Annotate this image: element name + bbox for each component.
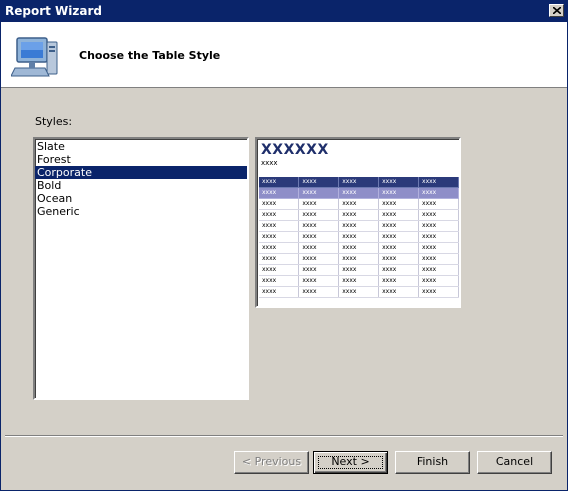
styles-label: Styles: bbox=[35, 115, 73, 128]
preview-cell: xxxx bbox=[338, 209, 380, 221]
styles-listbox[interactable]: Slate Forest Corporate Bold Ocean Generic bbox=[33, 137, 249, 400]
finish-button[interactable]: Finish bbox=[395, 451, 470, 474]
preview-cell: xxxx bbox=[298, 242, 340, 254]
preview-cell: xxxx bbox=[259, 253, 300, 265]
preview-cell: xxxx bbox=[418, 275, 459, 287]
preview-cell: xxxx bbox=[259, 177, 300, 188]
preview-cell: xxxx bbox=[378, 231, 420, 243]
preview-cell: xxxx bbox=[298, 275, 340, 287]
preview-cell: xxxx bbox=[338, 198, 380, 210]
preview-cell: xxxx bbox=[378, 209, 420, 221]
page-title: Choose the Table Style bbox=[79, 49, 221, 62]
preview-cell: xxxx bbox=[378, 220, 420, 232]
preview-cell: xxxx bbox=[378, 177, 420, 188]
previous-button[interactable]: < Previous bbox=[234, 451, 309, 474]
style-item-corporate[interactable]: Corporate bbox=[35, 166, 247, 179]
cancel-button[interactable]: Cancel bbox=[477, 451, 552, 474]
preview-cell: xxxx bbox=[298, 198, 340, 210]
style-item-bold[interactable]: Bold bbox=[35, 179, 247, 192]
preview-cell: xxxx bbox=[298, 253, 340, 265]
preview-cell: xxxx bbox=[418, 286, 459, 298]
preview-cell: xxxx bbox=[418, 253, 459, 265]
preview-cell: xxxx bbox=[418, 198, 459, 210]
preview-cell: xxxx bbox=[298, 220, 340, 232]
window-title: Report Wizard bbox=[5, 4, 102, 18]
preview-title: XXXXXX bbox=[261, 142, 329, 158]
preview-cell: xxxx bbox=[259, 242, 300, 254]
preview-cell: xxxx bbox=[338, 264, 380, 276]
preview-cell: xxxx bbox=[378, 253, 420, 265]
preview-row: xxxx xxxx xxxx xxxx xxxx bbox=[259, 242, 459, 254]
preview-cell: xxxx bbox=[418, 220, 459, 232]
preview-cell: xxxx bbox=[338, 286, 380, 298]
preview-cell: xxxx bbox=[378, 242, 420, 254]
preview-cell: xxxx bbox=[378, 264, 420, 276]
preview-cell: xxxx bbox=[259, 286, 300, 298]
preview-cell: xxxx bbox=[338, 242, 380, 254]
next-button[interactable]: Next > bbox=[313, 451, 388, 474]
style-item-slate[interactable]: Slate bbox=[35, 140, 247, 153]
preview-cell: xxxx bbox=[298, 286, 340, 298]
preview-cell: xxxx bbox=[298, 209, 340, 221]
preview-cell: xxxx bbox=[338, 253, 380, 265]
preview-row: xxxx xxxx xxxx xxxx xxxx bbox=[259, 209, 459, 221]
preview-row: xxxx xxxx xxxx xxxx xxxx bbox=[259, 187, 459, 199]
table-style-preview: XXXXXX xxxx xxxx xxxx xxxx xxxx xxxx xxxx xxxx… bbox=[255, 137, 461, 308]
preview-row: xxxx xxxx xxxx xxxx xxxx bbox=[259, 198, 459, 210]
preview-row: xxxx xxxx xxxx xxxx xxxx bbox=[259, 220, 459, 232]
preview-cell: xxxx bbox=[338, 177, 380, 188]
button-separator bbox=[5, 435, 563, 437]
preview-table: xxxx xxxx xxxx xxxx xxxx xxxx xxxx xxxx xxxx xxxx… bbox=[259, 177, 459, 298]
report-wizard-window: Report Wizard Choose the Table Style Sty… bbox=[0, 0, 568, 491]
title-bar: Report Wizard bbox=[1, 1, 567, 22]
preview-cell: xxxx bbox=[338, 231, 380, 243]
preview-cell: xxxx bbox=[259, 209, 300, 221]
preview-row: xxxx xxxx xxxx xxxx xxxx bbox=[259, 275, 459, 287]
style-item-ocean[interactable]: Ocean bbox=[35, 192, 247, 205]
preview-cell: xxxx bbox=[259, 275, 300, 287]
preview-cell: xxxx bbox=[378, 187, 420, 199]
preview-row: xxxx xxxx xxxx xxxx xxxx bbox=[259, 231, 459, 243]
preview-cell: xxxx bbox=[338, 275, 380, 287]
preview-cell: xxxx bbox=[378, 275, 420, 287]
computer-icon bbox=[11, 37, 58, 77]
preview-cell: xxxx bbox=[418, 242, 459, 254]
close-icon bbox=[553, 7, 561, 14]
preview-cell: xxxx bbox=[259, 198, 300, 210]
preview-row: xxxx xxxx xxxx xxxx xxxx bbox=[259, 177, 459, 188]
preview-cell: xxxx bbox=[378, 286, 420, 298]
preview-cell: xxxx bbox=[418, 264, 459, 276]
preview-cell: xxxx bbox=[418, 187, 459, 199]
preview-cell: xxxx bbox=[259, 231, 300, 243]
preview-cell: xxxx bbox=[298, 231, 340, 243]
preview-cell: xxxx bbox=[259, 264, 300, 276]
preview-cell: xxxx bbox=[418, 177, 459, 188]
close-button[interactable] bbox=[549, 4, 564, 17]
style-item-generic[interactable]: Generic bbox=[35, 205, 247, 218]
preview-row: xxxx xxxx xxxx xxxx xxxx bbox=[259, 286, 459, 298]
preview-cell: xxxx bbox=[298, 177, 340, 188]
preview-cell: xxxx bbox=[338, 187, 380, 199]
preview-row: xxxx xxxx xxxx xxxx xxxx bbox=[259, 264, 459, 276]
preview-cell: xxxx bbox=[338, 220, 380, 232]
preview-cell: xxxx bbox=[378, 198, 420, 210]
preview-row: xxxx xxxx xxxx xxxx xxxx bbox=[259, 253, 459, 265]
preview-subtitle: xxxx bbox=[261, 159, 278, 167]
preview-cell: xxxx bbox=[259, 187, 300, 199]
wizard-header: Choose the Table Style bbox=[1, 22, 567, 88]
preview-cell: xxxx bbox=[418, 231, 459, 243]
preview-cell: xxxx bbox=[418, 209, 459, 221]
style-item-forest[interactable]: Forest bbox=[35, 153, 247, 166]
preview-cell: xxxx bbox=[259, 220, 300, 232]
preview-cell: xxxx bbox=[298, 264, 340, 276]
preview-cell: xxxx bbox=[298, 187, 340, 199]
